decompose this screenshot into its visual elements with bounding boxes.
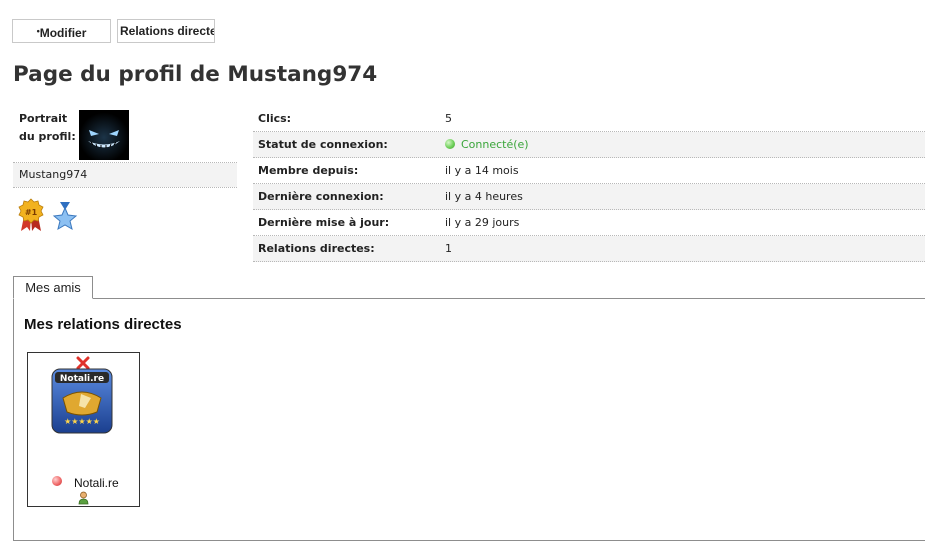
relations-button-label: Relations directe [120,24,215,38]
notali-logo-icon[interactable]: Notali.re ★★★★★ [51,368,113,434]
info-value: il y a 14 mois [445,164,519,177]
info-value: 1 [445,242,452,255]
user-icon[interactable] [78,491,89,505]
relations-button[interactable]: Relations directe [117,19,215,43]
info-row-member-since: Membre depuis: il y a 14 mois [253,158,925,184]
info-row-last-login: Dernière connexion: il y a 4 heures [253,184,925,210]
tab-mes-amis[interactable]: Mes amis [13,276,93,299]
info-row-last-update: Dernière mise à jour: il y a 29 jours [253,210,925,236]
info-value: il y a 4 heures [445,190,523,203]
info-label: Clics: [258,112,292,125]
info-value: 5 [445,112,452,125]
online-status-text: Connecté(e) [461,138,529,151]
friends-panel [13,298,925,541]
offline-status-icon [52,476,62,486]
svg-text:Notali.re: Notali.re [60,374,104,384]
online-dot-icon [445,139,455,149]
svg-text:#1: #1 [25,208,38,217]
info-row-direct-relations: Relations directes: 1 [253,236,925,262]
info-row-connection-status: Statut de connexion: Connecté(e) [253,132,925,158]
grinning-face-avatar-icon [79,110,129,160]
modify-button[interactable]: •Modifier [12,19,111,43]
divider [13,187,237,188]
info-label: Dernière connexion: [258,190,384,203]
info-value: il y a 29 jours [445,216,520,229]
friend-name[interactable]: Notali.re [74,476,119,490]
blue-star-icon[interactable] [52,200,78,232]
page-title: Page du profil de Mustang974 [13,62,378,87]
online-status: Connecté(e) [445,138,529,151]
info-label: Membre depuis: [258,164,359,177]
info-label: Relations directes: [258,242,375,255]
friends-section-title: Mes relations directes [24,316,182,333]
profile-avatar[interactable] [79,110,129,160]
profile-info-table: Clics: 5 Statut de connexion: Connecté(e… [253,106,925,262]
portrait-label: Portrait du profil: [19,112,76,143]
info-label: Statut de connexion: [258,138,388,151]
username: Mustang974 [19,168,88,181]
modify-button-label: Modifier [39,26,87,40]
info-row-clicks: Clics: 5 [253,106,925,132]
svg-text:★★★★★: ★★★★★ [64,417,100,426]
rank-1-medal-icon[interactable]: #1 [17,198,45,232]
info-label: Dernière mise à jour: [258,216,390,229]
